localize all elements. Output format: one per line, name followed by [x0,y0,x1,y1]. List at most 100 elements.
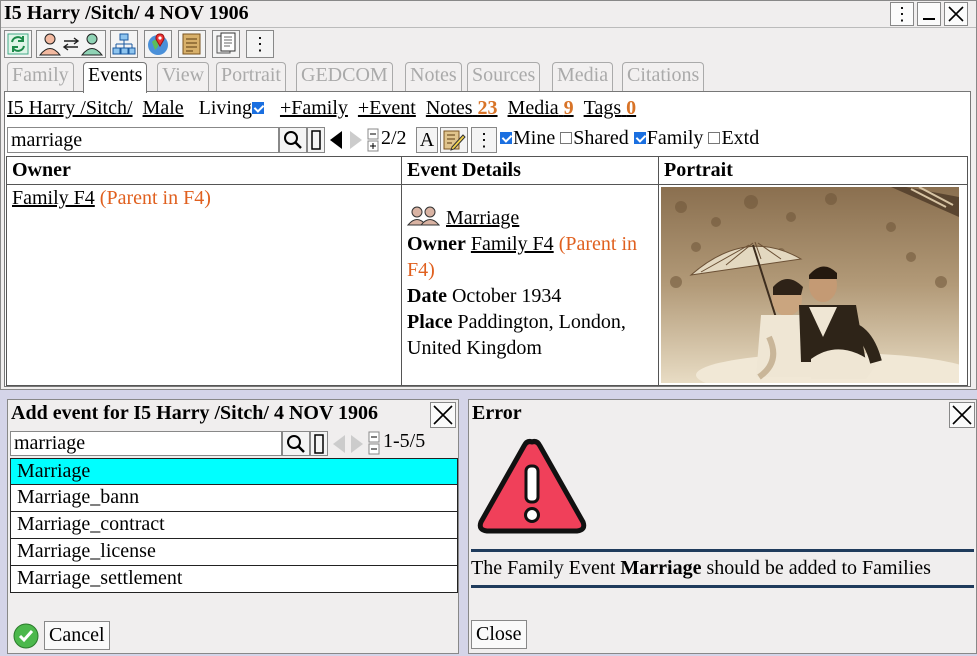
mine-checkbox[interactable] [500,132,512,145]
person-info-line: I5 Harry /Sitch/ Male Living +Family +Ev… [7,97,636,120]
triangle-right-icon [350,131,362,149]
add-event-dialog-title: Add event for I5 Harry /Sitch/ 4 NOV 190… [11,402,379,424]
toolbar-more-button[interactable]: ⋮ [246,30,274,58]
error-dialog: Error The Family Event Marriage should b… [468,399,977,654]
date-field-label: Date [407,285,447,307]
tab-family[interactable]: Family [7,62,74,91]
table-header-row: Owner Event Details Portrait [6,156,968,185]
tab-media[interactable]: Media [552,62,614,91]
tags-link[interactable]: Tags 0 [584,97,636,119]
event-type-search-input[interactable]: marriage [10,431,282,456]
list-item[interactable]: Marriage_bann [10,485,458,512]
map-button[interactable] [144,30,172,58]
event-marriage-link[interactable]: Marriage [446,207,519,229]
table-row[interactable]: Family F4 (Parent in F4) Marriage Owner … [6,184,968,386]
previous-match-button[interactable] [326,127,346,153]
minus-plus-icon [368,431,380,455]
tree-button[interactable] [110,30,138,58]
window-menu-button[interactable]: ⋮ [890,2,914,26]
event-details-column-header[interactable]: Event Details [401,156,659,185]
confirm-button[interactable] [12,622,40,650]
triangle-left-icon [333,434,345,453]
map-pin-icon [148,33,168,55]
warning-icon [477,436,587,542]
event-owner-link[interactable]: Family F4 [471,233,554,255]
tab-events[interactable]: Events [83,62,148,93]
edit-button[interactable] [440,127,468,153]
list-item[interactable]: Marriage_license [10,539,458,566]
owner-family-link[interactable]: Family F4 [12,187,95,209]
error-close-button[interactable]: Close [471,620,527,649]
error-message: The Family Event Marriage should be adde… [471,557,931,580]
sex-link[interactable]: Male [143,97,184,119]
event-search-input[interactable]: marriage [7,127,279,153]
media-link[interactable]: Media 9 [508,97,574,119]
family-checkbox[interactable] [633,132,646,145]
tab-gedcom[interactable]: GEDCOM [296,62,393,91]
add-event-dialog: Add event for I5 Harry /Sitch/ 4 NOV 190… [7,399,459,654]
add-family-link[interactable]: +Family [280,97,348,119]
triangle-left-icon [330,131,342,149]
tab-sources[interactable]: Sources [467,62,541,91]
swap-person-button[interactable] [36,30,106,58]
error-dialog-title: Error [472,402,522,424]
event-type-list: Marriage Marriage_bann Marriage_contract… [10,458,458,593]
minimize-icon [923,18,935,20]
extd-checkbox[interactable] [708,132,721,145]
event-type-search-button[interactable] [282,431,310,456]
check-circle-icon [13,623,39,649]
add-event-link[interactable]: +Event [358,97,416,119]
tab-portrait[interactable]: Portrait [216,62,286,91]
error-close-x-button[interactable] [949,402,975,428]
font-button[interactable]: A [416,127,438,153]
event-type-prev-button[interactable] [330,431,348,456]
search-icon [287,434,305,453]
tab-view[interactable]: View [157,62,210,91]
next-match-button[interactable] [346,127,366,153]
rectangle-icon [311,130,321,150]
list-item[interactable]: Marriage [10,458,458,485]
close-window-button[interactable] [944,2,968,26]
event-type-expand-button[interactable] [368,430,380,456]
tab-notes[interactable]: Notes [405,62,462,91]
event-details-cell: Marriage Owner Family F4 (Parent in F4) … [401,184,659,386]
notes-button[interactable] [178,30,206,58]
event-type-next-button[interactable] [348,431,366,456]
portrait-column-header[interactable]: Portrait [658,156,968,185]
add-event-close-button[interactable] [430,402,456,428]
search-button[interactable] [279,127,307,153]
more-vertical-icon: ⋮ [251,33,269,54]
clear-search-button[interactable] [307,127,325,153]
refresh-icon [7,33,29,55]
refresh-button[interactable] [4,30,32,58]
notes-link[interactable]: Notes 23 [426,97,498,119]
couple-icon [406,206,446,229]
close-icon [952,405,972,425]
shared-checkbox[interactable] [560,132,573,145]
documents-button[interactable] [212,30,240,58]
notepad-icon [182,33,201,55]
expand-collapse-button[interactable] [367,127,379,153]
close-icon [948,6,964,22]
person-link[interactable]: I5 Harry /Sitch/ [7,97,133,119]
living-label: Living [198,97,252,119]
filter-checkboxes: Mine Shared Family Extd [500,127,759,150]
portrait-photo[interactable] [661,187,959,383]
owner-cell: Family F4 (Parent in F4) [6,184,402,386]
swap-persons-icon [38,33,104,56]
title-bar[interactable]: I5 Harry /Sitch/ 4 NOV 1906 ⋮ [1,1,976,28]
list-item[interactable]: Marriage_contract [10,512,458,539]
cancel-button[interactable]: Cancel [44,621,110,650]
tab-citations[interactable]: Citations [622,62,705,91]
living-checkbox[interactable] [251,102,264,115]
list-item[interactable]: Marriage_settlement [10,566,458,593]
date-value: October 1934 [451,285,562,307]
owner-column-header[interactable]: Owner [6,156,402,185]
search-more-button[interactable]: ⋮ [471,127,497,153]
close-icon [433,405,453,425]
minus-plus-icon [367,128,379,152]
event-type-clear-button[interactable] [310,431,328,456]
search-icon [284,131,302,149]
triangle-right-icon [351,434,363,453]
minimize-button[interactable] [917,2,941,26]
